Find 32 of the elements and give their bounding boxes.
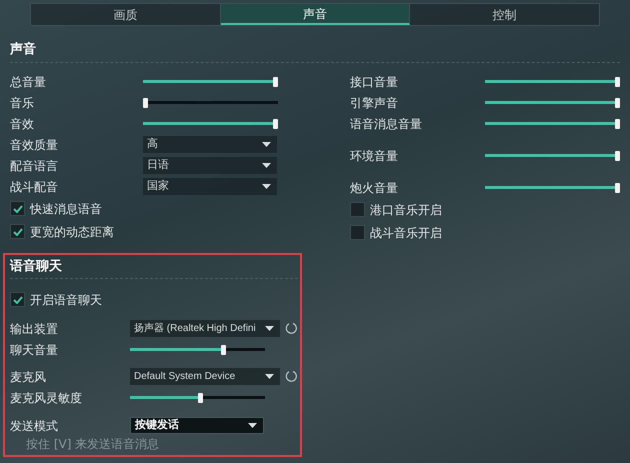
checkbox-label: 快速消息语音 — [30, 200, 102, 218]
dropdown-select[interactable]: 扬声器 (Realtek High Defini — [130, 320, 280, 337]
setting-label: 音效 — [10, 116, 35, 132]
setting-label: 环境音量 — [350, 148, 399, 164]
checkbox-label: 开启语音聊天 — [30, 292, 102, 308]
setting-label: 配音语言 — [10, 158, 59, 174]
setting-label: 接口音量 — [350, 74, 399, 90]
setting-label: 战斗配音 — [10, 178, 59, 196]
dropdown-select[interactable]: 国家 — [143, 178, 277, 195]
checkbox-label: 更宽的动态距离 — [30, 224, 114, 240]
setting-label: 炮火音量 — [350, 180, 399, 196]
setting-label: 语音消息音量 — [350, 116, 423, 132]
setting-label: 总音量 — [10, 74, 47, 90]
dropdown-select[interactable]: 日语 — [143, 157, 277, 174]
setting-label: 麦克风灵敏度 — [10, 390, 83, 406]
dropdown-select[interactable]: 高 — [143, 136, 277, 153]
checkbox-label: 港口音乐开启 — [370, 202, 442, 218]
hint-text: 按住 [V] 来发送语音消息 — [26, 436, 160, 452]
setting-label: 音效质量 — [10, 136, 59, 154]
setting-label: 发送模式 — [10, 418, 59, 434]
setting-label: 音乐 — [10, 94, 35, 112]
section-title: 声音 — [10, 42, 36, 57]
dropdown-select[interactable]: Default System Device — [130, 368, 280, 385]
setting-label: 聊天音量 — [10, 342, 59, 358]
setting-label: 引擎声音 — [350, 94, 399, 112]
section-title: 语音聊天 — [10, 259, 62, 274]
tab[interactable]: 控制 — [410, 4, 600, 25]
setting-label: 麦克风 — [10, 368, 47, 386]
tab[interactable]: 声音 — [220, 4, 410, 25]
dropdown-select[interactable]: 按键发话 — [130, 417, 264, 434]
checkbox-label: 战斗音乐开启 — [370, 224, 442, 242]
setting-label: 输出装置 — [10, 320, 59, 338]
